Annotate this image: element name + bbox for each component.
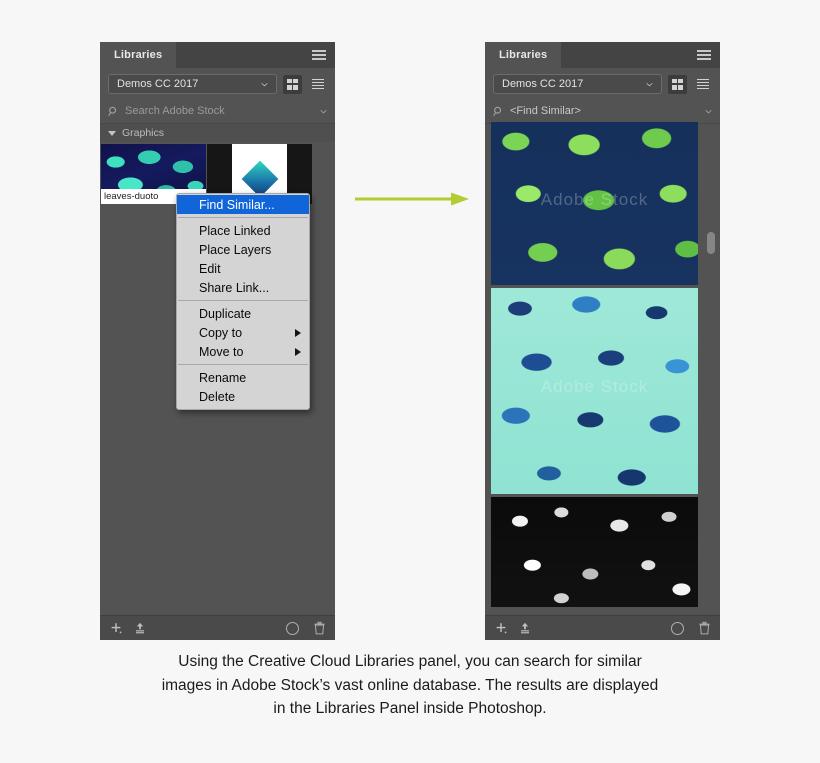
right-libraries-panel: Libraries Demos CC 2017 <Find Similar> A… xyxy=(485,42,720,640)
group-header-graphics[interactable]: Graphics xyxy=(100,124,335,142)
menu-item-label: Place Linked xyxy=(199,223,271,238)
menu-item-label: Delete xyxy=(199,389,236,404)
menu-item-edit[interactable]: Edit xyxy=(177,259,309,278)
creative-cloud-icon[interactable] xyxy=(285,621,300,636)
grid-view-button[interactable] xyxy=(668,74,687,94)
disclosure-triangle-icon xyxy=(108,130,116,136)
library-select-value: Demos CC 2017 xyxy=(117,78,199,90)
menu-item-label: Edit xyxy=(199,261,221,276)
submenu-arrow-icon xyxy=(295,347,301,356)
list-view-icon xyxy=(696,78,709,90)
menu-item-label: Find Similar... xyxy=(199,197,275,212)
search-icon xyxy=(493,106,502,116)
search-row[interactable]: Search Adobe Stock xyxy=(100,99,335,124)
hamburger-icon[interactable] xyxy=(697,50,711,60)
search-input[interactable]: Search Adobe Stock xyxy=(125,105,320,117)
list-view-button[interactable] xyxy=(693,75,712,94)
figure-caption: Using the Creative Cloud Libraries panel… xyxy=(60,650,760,721)
menu-item-duplicate[interactable]: Duplicate xyxy=(177,304,309,323)
menu-item-label: Copy to xyxy=(199,325,243,340)
menu-item-share-link[interactable]: Share Link... xyxy=(177,278,309,297)
add-content-icon[interactable] xyxy=(109,621,123,635)
right-panel-toolbar: Demos CC 2017 xyxy=(485,68,720,99)
chevron-down-icon xyxy=(261,82,268,87)
right-panel-tabbar: Libraries xyxy=(485,42,720,68)
thumbnail-blue-tropical xyxy=(491,288,698,494)
tab-libraries-label: Libraries xyxy=(499,49,548,61)
left-panel-toolbar: Demos CC 2017 xyxy=(100,68,335,99)
menu-item-label: Duplicate xyxy=(199,306,252,321)
menu-item-label: Rename xyxy=(199,370,247,385)
menu-separator xyxy=(178,300,308,301)
group-header-label: Graphics xyxy=(122,127,165,139)
scrollbar-thumb[interactable] xyxy=(707,232,715,254)
caption-line-1: Using the Creative Cloud Libraries panel… xyxy=(178,653,642,670)
menu-separator xyxy=(178,364,308,365)
menu-item-rename[interactable]: Rename xyxy=(177,368,309,387)
search-row[interactable]: <Find Similar> xyxy=(485,99,720,124)
chevron-down-icon[interactable] xyxy=(705,108,712,115)
grid-view-icon xyxy=(287,78,298,90)
trash-icon[interactable] xyxy=(698,621,711,636)
search-icon xyxy=(108,106,117,116)
tab-libraries[interactable]: Libraries xyxy=(485,42,562,68)
chevron-down-icon xyxy=(646,82,653,87)
grid-view-icon xyxy=(672,78,683,90)
library-select-value: Demos CC 2017 xyxy=(502,78,584,90)
results-scrollbar[interactable] xyxy=(706,150,716,588)
hamburger-icon[interactable] xyxy=(312,50,326,60)
menu-item-place-layers[interactable]: Place Layers xyxy=(177,240,309,259)
library-select[interactable]: Demos CC 2017 xyxy=(108,74,277,94)
caption-line-2: images in Adobe Stock’s vast online data… xyxy=(161,676,659,694)
result-item[interactable] xyxy=(491,497,698,607)
context-menu[interactable]: Find Similar... Place Linked Place Layer… xyxy=(176,193,310,410)
menu-item-label: Move to xyxy=(199,344,244,359)
list-view-icon xyxy=(311,78,324,90)
tab-libraries[interactable]: Libraries xyxy=(100,42,177,68)
result-item[interactable]: Adobe Stock xyxy=(491,122,698,285)
chevron-down-icon[interactable] xyxy=(320,108,327,115)
grid-view-button[interactable] xyxy=(283,74,302,94)
menu-item-label: Place Layers xyxy=(199,242,272,257)
left-panel-bottom-bar xyxy=(100,615,335,640)
thumbnail-bw-floral xyxy=(491,497,698,607)
upload-icon[interactable] xyxy=(133,621,147,635)
flow-arrow xyxy=(355,192,469,206)
list-view-button[interactable] xyxy=(308,75,327,94)
menu-item-place-linked[interactable]: Place Linked xyxy=(177,221,309,240)
menu-item-copy-to[interactable]: Copy to xyxy=(177,323,309,342)
menu-item-label: Share Link... xyxy=(199,280,270,295)
upload-icon[interactable] xyxy=(518,621,532,635)
add-content-icon[interactable] xyxy=(494,621,508,635)
result-item[interactable]: Adobe Stock xyxy=(491,288,698,494)
submenu-arrow-icon xyxy=(295,328,301,337)
creative-cloud-icon[interactable] xyxy=(670,621,685,636)
menu-item-move-to[interactable]: Move to xyxy=(177,342,309,361)
search-results-area: Adobe Stock Adobe Stock xyxy=(485,122,720,616)
search-input[interactable]: <Find Similar> xyxy=(510,105,705,117)
menu-item-find-similar[interactable]: Find Similar... xyxy=(177,195,309,214)
menu-item-delete[interactable]: Delete xyxy=(177,387,309,406)
left-panel-tabbar: Libraries xyxy=(100,42,335,68)
menu-separator xyxy=(178,217,308,218)
right-panel-bottom-bar xyxy=(485,615,720,640)
search-results-list: Adobe Stock Adobe Stock xyxy=(491,122,698,616)
caption-line-3: in the Libraries Panel inside Photoshop. xyxy=(273,700,547,718)
trash-icon[interactable] xyxy=(313,621,326,636)
library-select[interactable]: Demos CC 2017 xyxy=(493,74,662,94)
tab-libraries-label: Libraries xyxy=(114,49,163,61)
thumbnail-green-monstera xyxy=(491,122,698,285)
